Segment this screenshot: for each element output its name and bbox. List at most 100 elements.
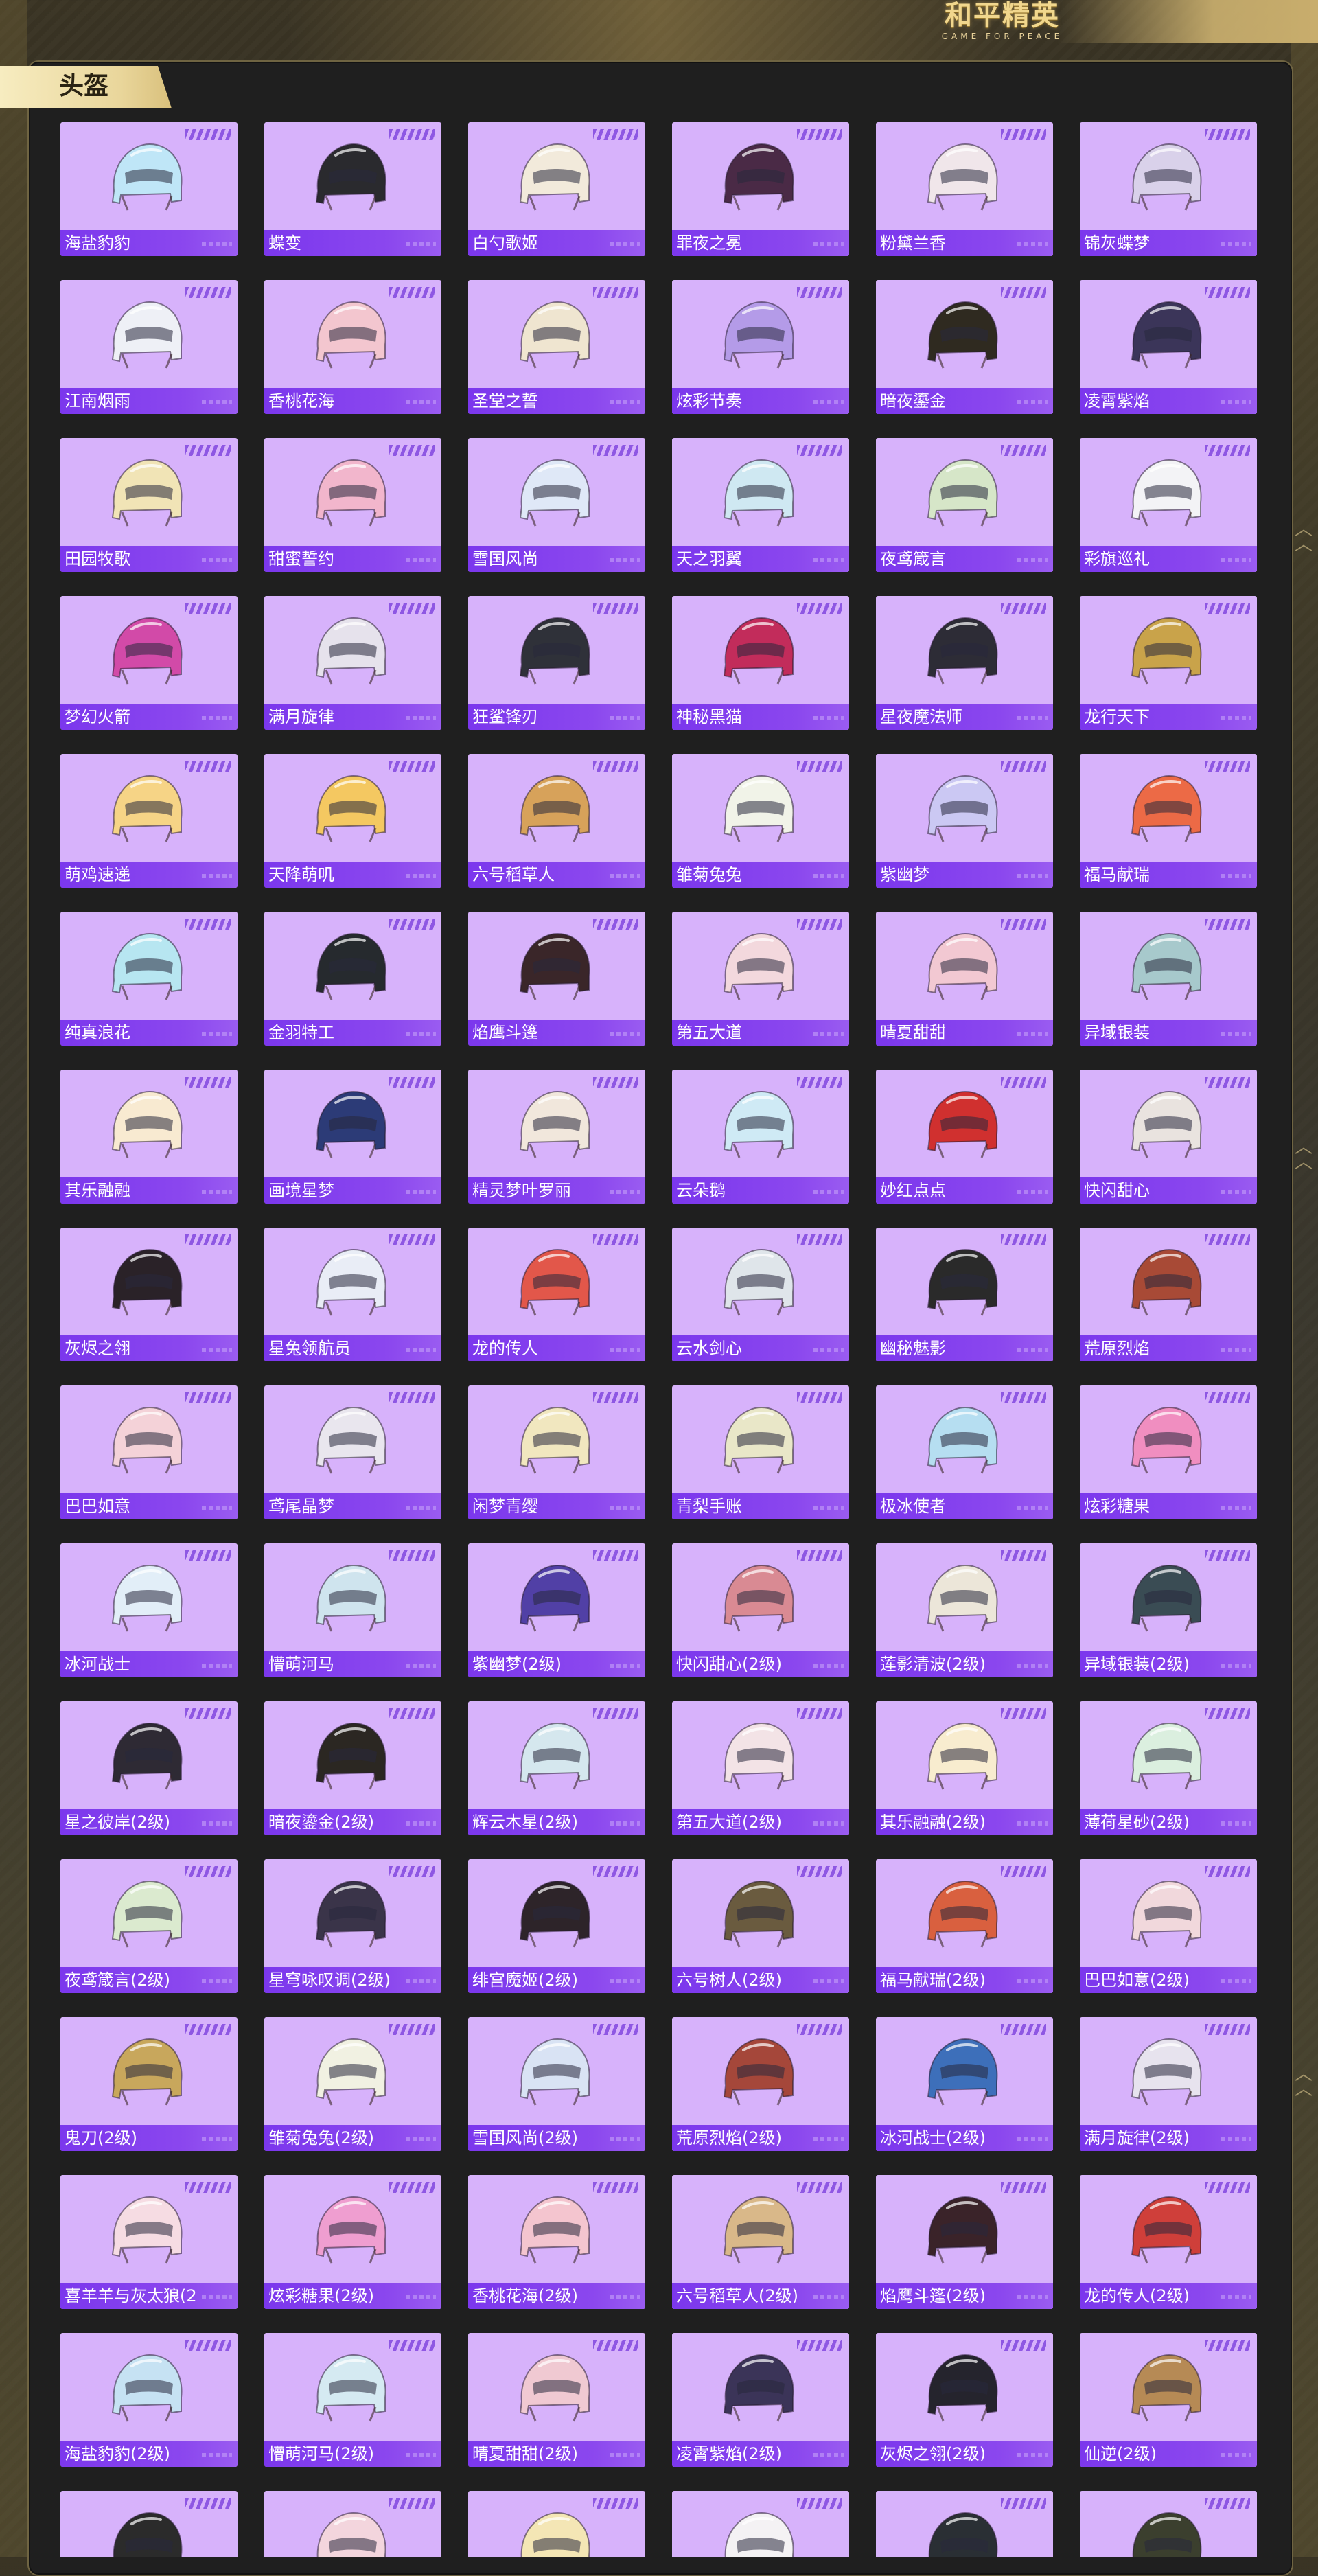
- helmet-card[interactable]: 雏菊兔兔(2级): [264, 2017, 441, 2151]
- helmet-card[interactable]: 福马献瑞(2级): [876, 1859, 1053, 1993]
- helmet-card[interactable]: 六号树人(2级): [672, 1859, 849, 1993]
- helmet-card[interactable]: 极冰使者: [876, 1385, 1053, 1519]
- helmet-card[interactable]: 云朵鹅: [672, 1070, 849, 1204]
- helmet-card[interactable]: 云水剑心: [672, 1228, 849, 1361]
- helmet-card[interactable]: 画境星梦: [264, 1070, 441, 1204]
- helmet-card[interactable]: [876, 2491, 1053, 2557]
- helmet-card[interactable]: 福马献瑞: [1080, 754, 1257, 888]
- helmet-card[interactable]: 粉黛兰香: [876, 122, 1053, 256]
- helmet-card[interactable]: 快闪甜心: [1080, 1070, 1257, 1204]
- helmet-card[interactable]: 田园牧歌: [60, 438, 238, 572]
- helmet-icon: [1131, 301, 1202, 369]
- helmet-card[interactable]: 龙的传人: [468, 1228, 645, 1361]
- helmet-card[interactable]: 香桃花海: [264, 280, 441, 414]
- helmet-card[interactable]: 仙逆(2级): [1080, 2333, 1257, 2467]
- helmet-card[interactable]: 灰烬之翎(2级): [876, 2333, 1053, 2467]
- helmet-card[interactable]: 暗夜鎏金(2级): [264, 1701, 441, 1835]
- helmet-card[interactable]: 罪夜之冕: [672, 122, 849, 256]
- helmet-card[interactable]: 冰河战士(2级): [876, 2017, 1053, 2151]
- helmet-card[interactable]: 巴巴如意: [60, 1385, 238, 1519]
- stripe-decor: [593, 287, 638, 298]
- helmet-card[interactable]: 闲梦青缨: [468, 1385, 645, 1519]
- helmet-card[interactable]: 雏菊兔兔: [672, 754, 849, 888]
- helmet-card[interactable]: 晴夏甜甜(2级): [468, 2333, 645, 2467]
- helmet-card[interactable]: 鬼刀(2级): [60, 2017, 238, 2151]
- helmet-card[interactable]: 晴夏甜甜: [876, 912, 1053, 1046]
- helmet-card[interactable]: 龙的传人(2级): [1080, 2175, 1257, 2309]
- helmet-card[interactable]: [60, 2491, 238, 2557]
- helmet-card[interactable]: 萌鸡速递: [60, 754, 238, 888]
- helmet-card[interactable]: 天降萌叽: [264, 754, 441, 888]
- helmet-card[interactable]: 异域银装: [1080, 912, 1257, 1046]
- helmet-card[interactable]: 梦幻火箭: [60, 596, 238, 730]
- helmet-card[interactable]: 紫幽梦(2级): [468, 1543, 645, 1677]
- helmet-card[interactable]: 满月旋律(2级): [1080, 2017, 1257, 2151]
- helmet-card[interactable]: 雪国风尚(2级): [468, 2017, 645, 2151]
- helmet-card[interactable]: 海盐豹豹(2级): [60, 2333, 238, 2467]
- helmet-card[interactable]: 精灵梦叶罗丽: [468, 1070, 645, 1204]
- helmet-card[interactable]: 焰鹰斗篷: [468, 912, 645, 1046]
- helmet-card[interactable]: 龙行天下: [1080, 596, 1257, 730]
- helmet-grid: 海盐豹豹 蝶变 白勺歌姬 罪夜之冕 粉黛兰香 锦灰蝶梦 江南烟雨 香桃花海 圣堂之誓 炫彩节奏 暗夜…: [60, 122, 1259, 2557]
- helmet-card[interactable]: 雪国风尚: [468, 438, 645, 572]
- helmet-card[interactable]: 炫彩节奏: [672, 280, 849, 414]
- helmet-card[interactable]: 焰鹰斗篷(2级): [876, 2175, 1053, 2309]
- helmet-card[interactable]: 灰烬之翎: [60, 1228, 238, 1361]
- helmet-card[interactable]: 凌霄紫焰: [1080, 280, 1257, 414]
- helmet-card[interactable]: 冰河战士: [60, 1543, 238, 1677]
- helmet-card[interactable]: 香桃花海(2级): [468, 2175, 645, 2309]
- helmet-card[interactable]: 纯真浪花: [60, 912, 238, 1046]
- helmet-card[interactable]: 其乐融融(2级): [876, 1701, 1053, 1835]
- helmet-card[interactable]: 青梨手账: [672, 1385, 849, 1519]
- helmet-card[interactable]: 异域银装(2级): [1080, 1543, 1257, 1677]
- helmet-card[interactable]: 第五大道: [672, 912, 849, 1046]
- helmet-card[interactable]: 彩旗巡礼: [1080, 438, 1257, 572]
- helmet-card[interactable]: 炫彩糖果: [1080, 1385, 1257, 1519]
- helmet-card[interactable]: 紫幽梦: [876, 754, 1053, 888]
- helmet-card[interactable]: 满月旋律: [264, 596, 441, 730]
- helmet-card[interactable]: 绯宫魔姬(2级): [468, 1859, 645, 1993]
- helmet-card[interactable]: 海盐豹豹: [60, 122, 238, 256]
- stripe-decor: [1205, 1234, 1250, 1245]
- helmet-card[interactable]: [468, 2491, 645, 2557]
- helmet-card[interactable]: 妙红点点: [876, 1070, 1053, 1204]
- helmet-card[interactable]: 辉云木星(2级): [468, 1701, 645, 1835]
- helmet-card[interactable]: 夜鸢箴言(2级): [60, 1859, 238, 1993]
- helmet-card[interactable]: 天之羽翼: [672, 438, 849, 572]
- helmet-card[interactable]: 懵萌河马: [264, 1543, 441, 1677]
- helmet-card[interactable]: 凌霄紫焰(2级): [672, 2333, 849, 2467]
- helmet-card[interactable]: 甜蜜誓约: [264, 438, 441, 572]
- helmet-card[interactable]: 蝶变: [264, 122, 441, 256]
- helmet-card[interactable]: 圣堂之誓: [468, 280, 645, 414]
- helmet-card[interactable]: 金羽特工: [264, 912, 441, 1046]
- helmet-card[interactable]: 第五大道(2级): [672, 1701, 849, 1835]
- helmet-card[interactable]: 锦灰蝶梦: [1080, 122, 1257, 256]
- helmet-card[interactable]: 暗夜鎏金: [876, 280, 1053, 414]
- helmet-card[interactable]: 星夜魔法师: [876, 596, 1053, 730]
- helmet-card[interactable]: 夜鸢箴言: [876, 438, 1053, 572]
- helmet-card[interactable]: 其乐融融: [60, 1070, 238, 1204]
- helmet-card[interactable]: 狂鲨锋刃: [468, 596, 645, 730]
- helmet-card[interactable]: 江南烟雨: [60, 280, 238, 414]
- helmet-card[interactable]: 白勺歌姬: [468, 122, 645, 256]
- helmet-card[interactable]: 荒原烈焰: [1080, 1228, 1257, 1361]
- helmet-card[interactable]: 薄荷星砂(2级): [1080, 1701, 1257, 1835]
- helmet-card[interactable]: 荒原烈焰(2级): [672, 2017, 849, 2151]
- helmet-card[interactable]: 莲影清波(2级): [876, 1543, 1053, 1677]
- helmet-card[interactable]: [672, 2491, 849, 2557]
- helmet-card[interactable]: 懵萌河马(2级): [264, 2333, 441, 2467]
- helmet-card[interactable]: 鸢尾晶梦: [264, 1385, 441, 1519]
- helmet-card[interactable]: 星穹咏叹调(2级): [264, 1859, 441, 1993]
- helmet-card[interactable]: 神秘黑猫: [672, 596, 849, 730]
- helmet-card[interactable]: 六号稻草人: [468, 754, 645, 888]
- helmet-card[interactable]: 六号稻草人(2级): [672, 2175, 849, 2309]
- helmet-card[interactable]: 星兔领航员: [264, 1228, 441, 1361]
- helmet-card[interactable]: 巴巴如意(2级): [1080, 1859, 1257, 1993]
- helmet-card[interactable]: 快闪甜心(2级): [672, 1543, 849, 1677]
- helmet-card[interactable]: 幽秘魅影: [876, 1228, 1053, 1361]
- helmet-card[interactable]: 喜羊羊与灰太狼(2: [60, 2175, 238, 2309]
- helmet-card[interactable]: [1080, 2491, 1257, 2557]
- helmet-card[interactable]: [264, 2491, 441, 2557]
- helmet-card[interactable]: 炫彩糖果(2级): [264, 2175, 441, 2309]
- helmet-card[interactable]: 星之彼岸(2级): [60, 1701, 238, 1835]
